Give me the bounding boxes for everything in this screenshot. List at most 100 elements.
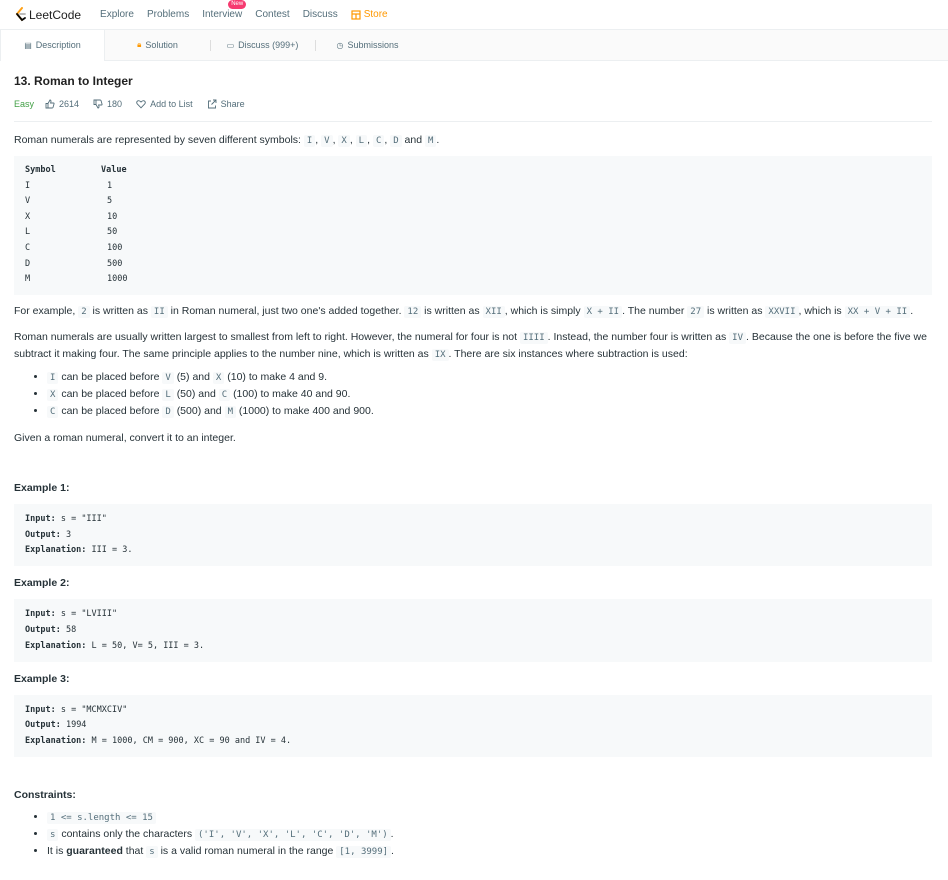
cell-value: 50 [107, 227, 118, 238]
thumbs-up-icon [45, 99, 55, 109]
cell-symbol: D [25, 258, 31, 269]
input-value: s = "MCMXCIV" [60, 704, 128, 715]
new-badge: New [228, 0, 247, 9]
inline-code: IIII [519, 331, 548, 344]
inline-code: XXVII [765, 305, 799, 318]
output-value: 58 [65, 624, 77, 635]
add-to-list-label: Add to List [150, 99, 193, 109]
inline-code: 1 <= s.length <= 15 [47, 811, 156, 824]
logo-text: LeetCode [29, 7, 82, 22]
code-symbol: M [425, 135, 437, 147]
description-icon: ▤ [24, 40, 32, 50]
nav-problems[interactable]: Problems [147, 9, 189, 20]
inline-code: XII [482, 305, 505, 318]
tab-submissions[interactable]: ◷ Submissions [315, 30, 420, 61]
like-button[interactable]: 2614 [45, 99, 79, 109]
list-item: I can be placed before V (5) and X (10) … [47, 369, 932, 386]
cell-value: 10 [107, 211, 118, 222]
cell-symbol: M [25, 274, 31, 285]
input-label: Input: [25, 513, 56, 524]
tab-submissions-label: Submissions [347, 40, 399, 50]
text: is a valid roman numeral in the range [160, 844, 334, 857]
share-button[interactable]: Share [207, 99, 245, 109]
inline-code: IX [431, 348, 449, 361]
symbol-value-table: Symbol Value I1 V5 X 10 L 50 C 100 D 500 M 10… [14, 156, 932, 295]
text: (5) and [176, 370, 210, 383]
text: (10) to make 4 and 9. [227, 370, 328, 383]
logo[interactable]: LeetCode [14, 7, 81, 22]
inline-code: IV [729, 331, 747, 344]
share-label: Share [220, 99, 245, 109]
text: in Roman numeral, just two one's added t… [170, 304, 402, 317]
text: (1000) to make 400 and 900. [238, 404, 374, 417]
text: . [390, 827, 394, 840]
inline-code: C [218, 388, 231, 401]
subtraction-rules-list: I can be placed before V (5) and X (10) … [14, 369, 932, 420]
inline-code: XX + V + II [844, 305, 911, 318]
input-value: s = "LVIII" [60, 609, 118, 620]
example-heading: Example 2: [14, 577, 70, 590]
cell-value: 1 [107, 180, 113, 191]
text: . Instead, the number four is written as [547, 330, 727, 343]
inline-code: II [150, 305, 168, 318]
explanation-value: L = 50, V= 5, III = 3. [91, 640, 205, 651]
text: , which is simply [504, 304, 581, 317]
explanation-value: III = 3. [91, 545, 133, 556]
text: can be placed before [61, 404, 160, 417]
clock-icon: ◷ [336, 40, 344, 50]
example-block: Input: s = "LVIII" Output: 58 Explanatio… [14, 599, 932, 662]
tab-solution[interactable]: 🔒︎ Solution [105, 30, 210, 61]
inline-code: L [162, 388, 174, 401]
code-symbol: X [338, 135, 350, 147]
table-row: C 100 [25, 241, 921, 257]
problem-description: 13. Roman to Integer Easy 2614 180 Add t… [0, 74, 948, 860]
output-value: 1994 [65, 720, 87, 731]
tab-discuss[interactable]: ▭ Discuss (999+) [210, 30, 315, 61]
code-symbol: D [390, 135, 402, 147]
header-symbol: Symbol [25, 165, 56, 175]
bold-text: guaranteed [66, 844, 123, 857]
text: contains only the characters [61, 827, 193, 840]
problem-meta: Easy 2614 180 Add to List Share [14, 99, 932, 122]
task-statement: Given a roman numeral, convert it to an … [14, 431, 236, 444]
explanation-label: Explanation: [25, 640, 87, 651]
input-label: Input: [25, 609, 56, 620]
text: . The number [622, 304, 685, 317]
nav-discuss[interactable]: Discuss [303, 9, 338, 20]
store-icon [351, 9, 361, 20]
text: . There are six instances where subtract… [448, 347, 688, 360]
nav-interview-label: Interview [202, 9, 243, 20]
text: . [391, 844, 394, 857]
text: It is [47, 844, 64, 857]
text: is written as [424, 304, 480, 317]
table-header: Symbol Value [25, 163, 921, 179]
example-block: Input: s = "III" Output: 3 Explanation: … [14, 503, 932, 567]
cell-symbol: I [25, 180, 31, 191]
nav-interview[interactable]: Interview New [202, 0, 247, 20]
problem-title: 13. Roman to Integer [14, 74, 133, 88]
example-paragraph: For example, 2 is written as II in Roman… [14, 303, 932, 320]
nav-contest[interactable]: Contest [255, 9, 289, 20]
list-item: s contains only the characters ('I', 'V'… [47, 826, 932, 843]
dislike-button[interactable]: 180 [93, 99, 122, 109]
dislike-count: 180 [107, 99, 123, 109]
table-row: X 10 [25, 210, 921, 226]
nav-store[interactable]: Store [351, 9, 388, 20]
text: can be placed before [61, 370, 160, 383]
cell-symbol: C [25, 242, 31, 253]
inline-code: ('I', 'V', 'X', 'L', 'C', 'D', 'M') [195, 828, 391, 841]
comment-icon: ▭ [226, 40, 235, 50]
example-block: Input: s = "MCMXCIV" Output: 1994 Explan… [14, 694, 932, 757]
text: For example, [14, 304, 76, 317]
subtraction-paragraph: Roman numerals are usually written large… [14, 329, 932, 363]
table-row: M 1000 [25, 272, 921, 288]
add-to-list-button[interactable]: Add to List [136, 99, 193, 109]
output-label: Output: [25, 720, 61, 731]
difficulty-badge: Easy [14, 99, 35, 109]
cell-value: 500 [107, 258, 123, 269]
tab-description[interactable]: ▤ Description [0, 29, 105, 61]
constraints-heading: Constraints: [14, 788, 76, 801]
explanation-label: Explanation: [25, 736, 87, 747]
nav-explore[interactable]: Explore [100, 9, 134, 20]
share-icon [207, 99, 217, 109]
